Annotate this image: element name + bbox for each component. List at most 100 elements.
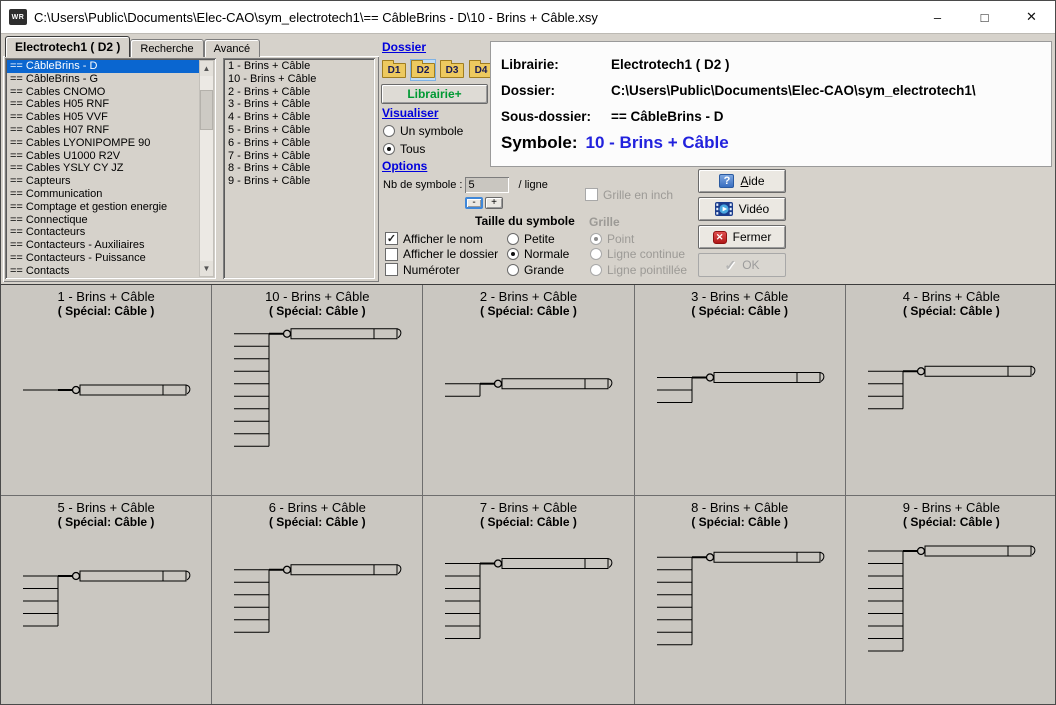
dossier-buttons: D1D2D3D4 bbox=[381, 59, 494, 81]
folder-list-item[interactable]: == Cables H07 RNF bbox=[7, 124, 199, 137]
radio-label: Petite bbox=[524, 232, 555, 246]
scroll-down-icon[interactable]: ▼ bbox=[200, 261, 213, 276]
radio-petite[interactable]: Petite bbox=[507, 231, 569, 247]
folder-list-item[interactable]: == Contacteurs bbox=[7, 226, 199, 239]
symbol-list-item[interactable]: 1 - Brins + Câble bbox=[225, 60, 373, 73]
symbol-list-item[interactable]: 5 - Brins + Câble bbox=[225, 124, 373, 137]
radio-label: Tous bbox=[400, 142, 425, 156]
preview-cell-8-brins-cable[interactable]: 8 - Brins + Câble( Spécial: Câble ) bbox=[635, 496, 846, 705]
checkbox-afficher-le-nom[interactable]: ✓Afficher le nom bbox=[385, 231, 498, 247]
fermer-button[interactable]: ✕ Fermer bbox=[698, 225, 786, 249]
sous-dossier-value: == CâbleBrins - D bbox=[611, 109, 724, 124]
checkbox-label: Afficher le nom bbox=[403, 232, 483, 246]
folder-list-item[interactable]: == CâbleBrins - D bbox=[7, 60, 199, 73]
radio-grande[interactable]: Grande bbox=[507, 262, 569, 278]
checkbox-afficher-le-dossier[interactable]: Afficher le dossier bbox=[385, 247, 498, 263]
folder-list-item[interactable]: == Communication bbox=[7, 188, 199, 201]
preview-cell-6-brins-cable[interactable]: 6 - Brins + Câble( Spécial: Câble ) bbox=[212, 496, 423, 705]
aide-button[interactable]: ?Aide bbox=[698, 169, 786, 193]
preview-cell-3-brins-cable[interactable]: 3 - Brins + Câble( Spécial: Câble ) bbox=[635, 285, 846, 496]
tab-recherche[interactable]: Recherche bbox=[130, 39, 203, 57]
decrement-button[interactable]: - bbox=[465, 197, 483, 209]
preview-cell-7-brins-cable[interactable]: 7 - Brins + Câble( Spécial: Câble ) bbox=[423, 496, 634, 705]
taille-radio-group: PetiteNormaleGrande bbox=[507, 231, 569, 278]
nb-symbole-row: Nb de symbole : / ligne bbox=[383, 177, 548, 193]
preview-cell-10-brins-cable[interactable]: 10 - Brins + Câble( Spécial: Câble ) bbox=[212, 285, 423, 496]
preview-cell-5-brins-cable[interactable]: 5 - Brins + Câble( Spécial: Câble ) bbox=[1, 496, 212, 705]
scrollbar-track[interactable] bbox=[200, 76, 213, 261]
symbol-list-item[interactable]: 8 - Brins + Câble bbox=[225, 162, 373, 175]
dossier-link[interactable]: Dossier bbox=[382, 40, 426, 54]
radio-normale[interactable]: Normale bbox=[507, 247, 569, 263]
folder-list-item[interactable]: == Cables LYONIPOMPE 90 bbox=[7, 137, 199, 150]
symbol-list-item[interactable]: 9 - Brins + Câble bbox=[225, 175, 373, 188]
preview-cell-1-brins-cable[interactable]: 1 - Brins + Câble( Spécial: Câble ) bbox=[1, 285, 212, 496]
tab-avance[interactable]: Avancé bbox=[204, 39, 261, 57]
maximize-button[interactable]: □ bbox=[961, 1, 1008, 33]
folder-list-item[interactable]: == Contacteurs - Puissance bbox=[7, 252, 199, 265]
checkbox-icon bbox=[385, 263, 398, 276]
folder-list: == CâbleBrins - D== CâbleBrins - G== Cab… bbox=[5, 58, 216, 279]
folder-list-item[interactable]: == Cables CNOMO bbox=[7, 86, 199, 99]
preview-cell-subtitle: ( Spécial: Câble ) bbox=[423, 304, 633, 318]
folder-list-item[interactable]: == Capteurs bbox=[7, 175, 199, 188]
close-window-button[interactable]: ✕ bbox=[1008, 1, 1055, 33]
options-link[interactable]: Options bbox=[382, 159, 427, 173]
scroll-up-icon[interactable]: ▲ bbox=[200, 61, 213, 76]
grille-radio-group: PointLigne continueLigne pointillée bbox=[590, 231, 687, 278]
radio-label: Ligne pointillée bbox=[607, 263, 687, 277]
symbol-list-item[interactable]: 10 - Brins + Câble bbox=[225, 73, 373, 86]
help-icon: ? bbox=[719, 174, 734, 188]
preview-cell-title: 7 - Brins + Câble bbox=[423, 500, 633, 515]
close-icon: ✕ bbox=[713, 231, 727, 244]
radio-tous[interactable]: Tous bbox=[383, 140, 463, 158]
symbol-list-item[interactable]: 3 - Brins + Câble bbox=[225, 98, 373, 111]
nb-symbole-input[interactable] bbox=[465, 177, 509, 193]
folder-list-item[interactable]: == Comptage et gestion energie bbox=[7, 201, 199, 214]
folder-list-item[interactable]: == Cables H05 RNF bbox=[7, 98, 199, 111]
preview-cell-4-brins-cable[interactable]: 4 - Brins + Câble( Spécial: Câble ) bbox=[846, 285, 1056, 496]
librairie-plus-button[interactable]: Librairie+ bbox=[381, 84, 488, 104]
folder-list-item[interactable]: == Contacteurs - Auxiliaires bbox=[7, 239, 199, 252]
preview-cell-subtitle: ( Spécial: Câble ) bbox=[1, 304, 211, 318]
preview-cell-title: 5 - Brins + Câble bbox=[1, 500, 211, 515]
radio-un-symbole[interactable]: Un symbole bbox=[383, 122, 463, 140]
dossier-button-d2[interactable]: D2 bbox=[410, 59, 436, 81]
video-icon bbox=[715, 202, 733, 216]
increment-button[interactable]: + bbox=[485, 197, 503, 209]
folder-list-item[interactable]: == Contacts bbox=[7, 265, 199, 278]
info-panel: Librairie: Electrotech1 ( D2 ) Dossier: … bbox=[490, 41, 1052, 167]
folder-list-item[interactable]: == Cables H05 VVF bbox=[7, 111, 199, 124]
button-label: Fermer bbox=[733, 230, 772, 244]
video-button[interactable]: Vidéo bbox=[698, 197, 786, 221]
grille-inch-checkbox-group: Grille en inch bbox=[585, 187, 673, 203]
tab-electrotech1-d2[interactable]: Electrotech1 ( D2 ) bbox=[5, 36, 130, 57]
minimize-button[interactable]: – bbox=[914, 1, 961, 33]
radio-icon bbox=[383, 143, 395, 155]
folder-list-item[interactable]: == Connectique bbox=[7, 214, 199, 227]
folder-list-item[interactable]: == CâbleBrins - G bbox=[7, 73, 199, 86]
checkbox-numeroter[interactable]: Numéroter bbox=[385, 262, 498, 278]
folder-list-scrollbar[interactable]: ▲ ▼ bbox=[199, 60, 214, 277]
window-title: C:\Users\Public\Documents\Elec-CAO\sym_e… bbox=[34, 10, 598, 25]
nb-symbole-stepper: - + bbox=[465, 197, 503, 209]
app-icon: WR bbox=[9, 9, 27, 25]
folder-list-item[interactable]: == Cables YSLY CY JZ bbox=[7, 162, 199, 175]
preview-cell-9-brins-cable[interactable]: 9 - Brins + Câble( Spécial: Câble ) bbox=[846, 496, 1056, 705]
symbol-list-item[interactable]: 6 - Brins + Câble bbox=[225, 137, 373, 150]
sous-dossier-label: Sous-dossier: bbox=[501, 109, 611, 124]
radio-icon bbox=[383, 125, 395, 137]
preview-cell-title: 1 - Brins + Câble bbox=[1, 289, 211, 304]
dossier-button-d1[interactable]: D1 bbox=[381, 59, 407, 81]
preview-cell-2-brins-cable[interactable]: 2 - Brins + Câble( Spécial: Câble ) bbox=[423, 285, 634, 496]
symbol-list-item[interactable]: 2 - Brins + Câble bbox=[225, 86, 373, 99]
symbole-label: Symbole: bbox=[501, 133, 578, 153]
folder-list-item[interactable]: == Cables U1000 R2V bbox=[7, 150, 199, 163]
scrollbar-thumb[interactable] bbox=[200, 90, 213, 130]
symbol-list-item[interactable]: 4 - Brins + Câble bbox=[225, 111, 373, 124]
symbol-list-item[interactable]: 7 - Brins + Câble bbox=[225, 150, 373, 163]
preview-cell-title: 10 - Brins + Câble bbox=[212, 289, 422, 304]
visualiser-link[interactable]: Visualiser bbox=[382, 106, 438, 120]
preview-cell-title: 6 - Brins + Câble bbox=[212, 500, 422, 515]
dossier-button-d3[interactable]: D3 bbox=[439, 59, 465, 81]
